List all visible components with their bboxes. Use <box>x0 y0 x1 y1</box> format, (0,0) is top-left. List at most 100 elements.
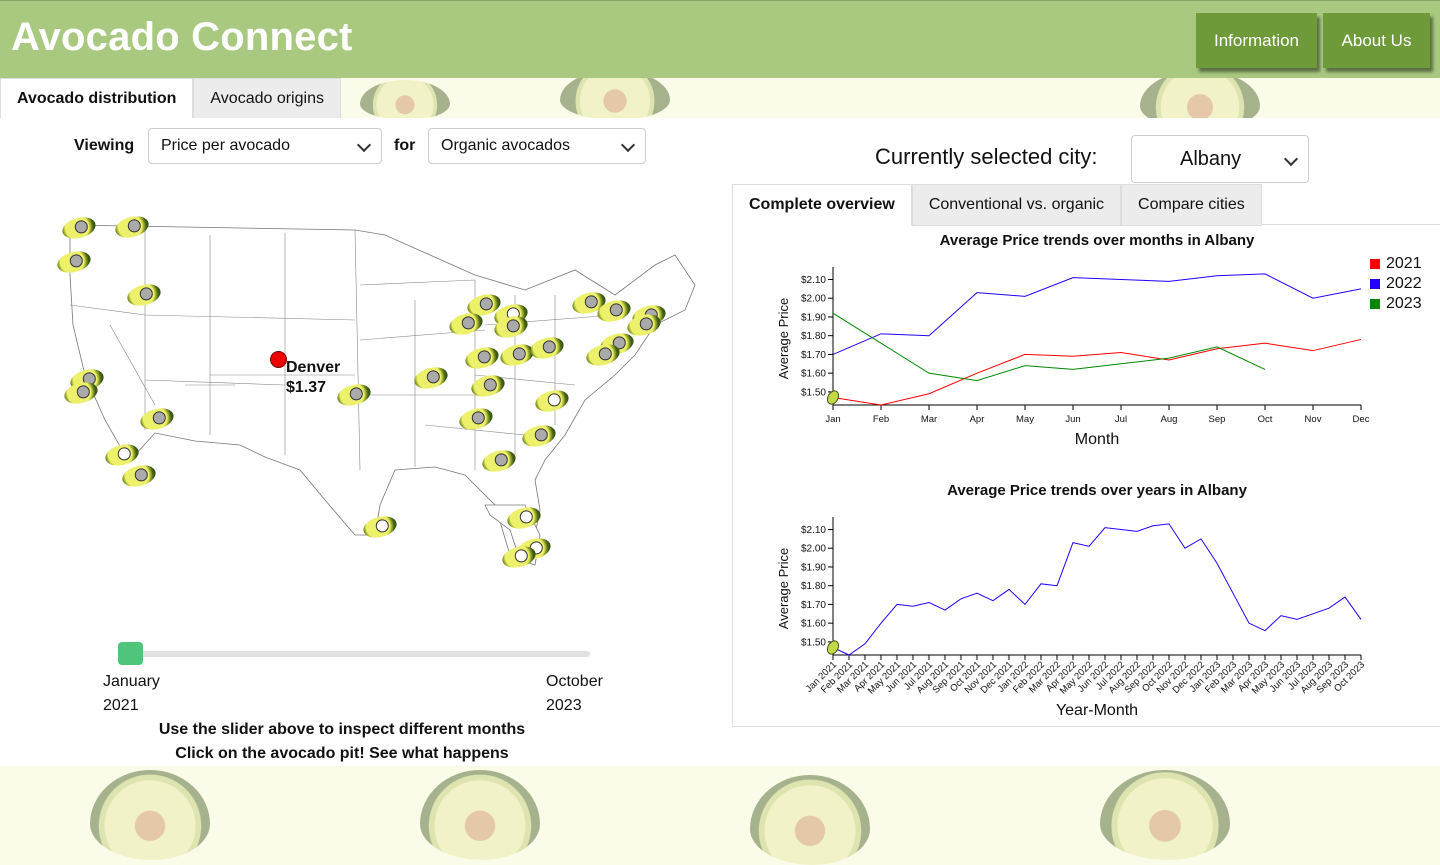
background-avocado <box>420 770 540 860</box>
avocado-pit[interactable] <box>426 370 440 384</box>
x-axis-label: Month <box>1075 431 1119 448</box>
selected-city-name: Denver <box>286 359 341 376</box>
y-tick-label: $1.50 <box>801 637 826 648</box>
for-label: for <box>394 137 416 154</box>
legend-swatch <box>1370 279 1380 289</box>
avocado-pit[interactable] <box>477 350 491 364</box>
metric-select-value: Price per avocado <box>161 137 290 154</box>
monthly-price-chart: Average Price trends over months in Alba… <box>776 232 1422 448</box>
slider-end-month: October <box>546 673 603 690</box>
y-tick-label: $2.00 <box>801 294 826 305</box>
avocado-pit[interactable] <box>139 287 153 301</box>
y-tick-label: $1.90 <box>801 312 826 323</box>
selected-city-label: Denver $1.37 <box>286 358 340 398</box>
avocado-pit[interactable] <box>506 319 520 333</box>
y-tick-label: $2.10 <box>801 275 826 286</box>
tab-compare-cities[interactable]: Compare cities <box>1121 184 1262 226</box>
city-select[interactable]: Albany <box>1131 135 1309 183</box>
avocado-pit[interactable] <box>152 411 166 425</box>
avocado-pit[interactable] <box>349 387 363 401</box>
tab-complete-overview[interactable]: Complete overview <box>732 184 912 226</box>
y-tick-label: $1.90 <box>801 562 826 573</box>
legend-label: 2021 <box>1386 255 1422 272</box>
y-axis-label: Average Price <box>776 548 791 629</box>
x-tick-label: Mar <box>921 414 937 425</box>
background-avocado <box>750 775 870 865</box>
chart-tabs: Complete overview Conventional vs. organ… <box>732 184 1262 226</box>
x-tick-label: Apr <box>970 414 985 425</box>
series-line <box>832 338 1362 406</box>
avocado-pit[interactable] <box>483 378 497 392</box>
x-tick-label: Sep <box>1209 414 1226 425</box>
series-line <box>832 312 1266 382</box>
legend-label: 2022 <box>1386 275 1422 292</box>
background-avocado <box>360 80 450 120</box>
avocado-pit[interactable] <box>609 303 623 317</box>
avocado-pit[interactable] <box>461 316 475 330</box>
chevron-down-icon <box>620 137 636 153</box>
x-tick-label: Feb <box>873 414 889 425</box>
legend-label: 2023 <box>1386 295 1422 312</box>
avocado-pit[interactable] <box>494 453 508 467</box>
avocado-pit[interactable] <box>69 254 83 268</box>
avocado-icon <box>826 640 840 655</box>
x-tick-label: Dec <box>1353 414 1370 425</box>
avocado-icon <box>826 390 840 405</box>
avocado-type-select[interactable]: Organic avocados <box>428 128 646 164</box>
y-tick-label: $1.70 <box>801 350 826 361</box>
x-axis-label: Year-Month <box>1056 702 1138 719</box>
background-avocado <box>90 770 210 860</box>
series-line <box>832 273 1362 355</box>
x-tick-label: Jul <box>1115 414 1127 425</box>
main-tabs: Avocado distribution Avocado origins <box>0 78 341 120</box>
month-slider-handle[interactable] <box>118 642 143 665</box>
avocado-pit[interactable] <box>375 519 389 533</box>
x-tick-label: Oct <box>1258 414 1273 425</box>
avocado-pit[interactable] <box>134 468 148 482</box>
chart-title: Average Price trends over months in Alba… <box>940 232 1255 249</box>
metric-select[interactable]: Price per avocado <box>148 128 382 164</box>
city-selector-label: Currently selected city: <box>875 144 1098 169</box>
y-tick-label: $1.50 <box>801 387 826 398</box>
y-tick-label: $1.70 <box>801 600 826 611</box>
avocado-type-select-value: Organic avocados <box>441 137 570 154</box>
tab-avocado-distribution[interactable]: Avocado distribution <box>0 78 194 120</box>
about-us-button[interactable]: About Us <box>1323 13 1430 68</box>
avocado-pit[interactable] <box>117 447 131 461</box>
avocado-pit[interactable] <box>479 297 493 311</box>
avocado-pit[interactable] <box>127 219 141 233</box>
chevron-down-icon <box>1283 151 1299 167</box>
app-header: Avocado Connect Information About Us <box>0 0 1440 78</box>
y-tick-label: $2.00 <box>801 544 826 555</box>
tab-conventional-vs-organic[interactable]: Conventional vs. organic <box>911 184 1122 226</box>
avocado-pit[interactable] <box>74 220 88 234</box>
y-tick-label: $1.60 <box>801 369 826 380</box>
month-slider-track[interactable] <box>118 651 590 657</box>
y-axis-label: Average Price <box>776 298 791 379</box>
y-tick-label: $1.60 <box>801 619 826 630</box>
selected-city-pit[interactable] <box>270 351 287 368</box>
legend-swatch <box>1370 259 1380 269</box>
x-tick-label: Nov <box>1305 414 1322 425</box>
avocado-pit[interactable] <box>76 385 90 399</box>
avocado-pit[interactable] <box>598 347 612 361</box>
y-tick-label: $1.80 <box>801 331 826 342</box>
avocado-pit[interactable] <box>542 340 556 354</box>
avocado-pit[interactable] <box>514 549 528 563</box>
slider-start-year: 2021 <box>103 697 139 714</box>
slider-end-label: October 2023 <box>546 670 603 718</box>
tab-avocado-origins[interactable]: Avocado origins <box>193 78 341 120</box>
avocado-pit[interactable] <box>512 347 526 361</box>
y-tick-label: $2.10 <box>801 525 826 536</box>
hint-slider: Use the slider above to inspect differen… <box>158 721 526 738</box>
avocado-pit[interactable] <box>471 411 485 425</box>
information-button[interactable]: Information <box>1196 13 1317 68</box>
avocado-pit[interactable] <box>547 393 561 407</box>
avocado-pit[interactable] <box>519 510 533 524</box>
avocado-pit[interactable] <box>534 428 548 442</box>
avocado-pit[interactable] <box>584 295 598 309</box>
city-select-value: Albany <box>1180 147 1242 170</box>
avocado-pit[interactable] <box>639 317 653 331</box>
viewing-label: Viewing <box>74 137 135 154</box>
x-tick-label: Jan <box>825 414 840 425</box>
